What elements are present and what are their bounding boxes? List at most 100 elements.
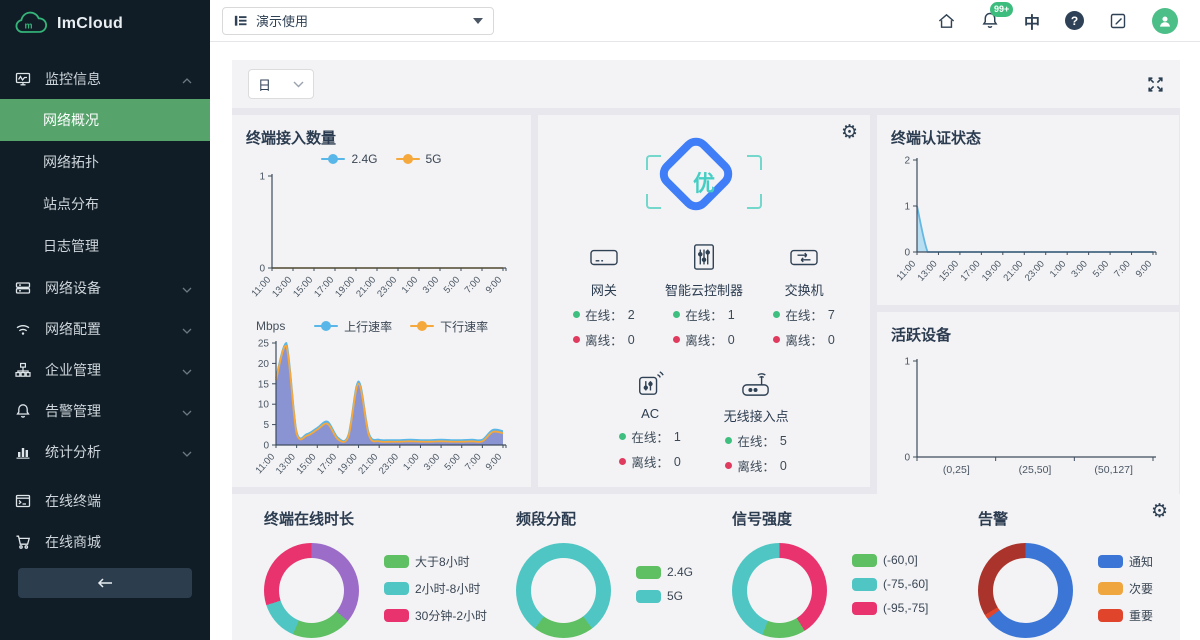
settings-gear-icon[interactable]: ⚙ [1151, 502, 1168, 521]
sidebar-item-online-store[interactable]: 在线商城 [0, 521, 210, 562]
rates-chart-legend: 上行速率 下行速率 [285, 318, 517, 335]
legend-item[interactable]: 下行速率 [410, 318, 488, 335]
sidebar-item-network-devices[interactable]: 网络设备 [0, 267, 210, 308]
legend-item[interactable]: 通知 [1098, 553, 1153, 570]
legend-item[interactable]: 次要 [1098, 580, 1153, 597]
sidebar-item-log-management[interactable]: 日志管理 [0, 225, 210, 267]
help-icon[interactable]: ? [1065, 11, 1084, 30]
sidebar-item-network-overview[interactable]: 网络概况 [0, 99, 210, 141]
sidebar-item-site-distribution[interactable]: 站点分布 [0, 183, 210, 225]
legend-item[interactable]: 5G [636, 589, 693, 603]
gateway-icon [588, 239, 620, 271]
svg-text:0: 0 [904, 453, 910, 464]
signal-strength-legend: (-60,0] (-75,-60] (-95,-75] [843, 553, 937, 638]
device-name: 无线接入点 [724, 406, 789, 425]
online-duration-donut[interactable] [264, 543, 359, 638]
offline-count: 0 [780, 459, 787, 473]
active-devices-chart: 01(0,25](25,50](50,127] [891, 353, 1165, 486]
sidebar-item-label: 在线终端 [45, 491, 192, 511]
svg-text:1:00: 1:00 [1048, 259, 1069, 280]
cards-row: 终端接入数量 2.4G 5G 0111:0013:0015:0017:0019:0… [232, 115, 1180, 487]
svg-text:17:00: 17:00 [312, 275, 336, 300]
device-wireless-ap: 无线接入点 在线：5 离线：0 [724, 365, 789, 475]
svg-text:9:00: 9:00 [484, 452, 505, 473]
settings-gear-icon[interactable]: ⚙ [841, 123, 858, 142]
access-chart-legend: 2.4G 5G [246, 150, 517, 168]
legend-item[interactable]: 大于8小时 [384, 553, 487, 570]
legend-item[interactable]: (-75,-60] [852, 577, 928, 591]
home-icon[interactable] [937, 12, 956, 30]
band-allocation-section: 频段分配 2.4G 5G [516, 508, 732, 638]
card-title: 活跃设备 [891, 324, 1165, 345]
period-selector-value: 日 [258, 75, 271, 94]
sidebar-collapse-button[interactable] [18, 568, 192, 598]
device-name: 智能云控制器 [665, 280, 743, 299]
monitor-chart-icon [15, 71, 32, 87]
auth-status-chart: 01211:0013:0015:0017:0019:0021:0023:001:… [891, 152, 1165, 299]
svg-text:7:00: 7:00 [463, 275, 484, 296]
brand-logo[interactable]: m ImCloud [0, 0, 210, 48]
feedback-edit-icon[interactable] [1109, 12, 1127, 30]
svg-text:11:00: 11:00 [250, 275, 274, 300]
legend-item[interactable]: 2.4G [636, 565, 693, 579]
access-count-chart: 0111:0013:0015:0017:0019:0021:0023:001:0… [246, 168, 517, 313]
svg-text:0: 0 [904, 248, 910, 259]
sidebar-nav: 监控信息 网络概况 网络拓扑 站点分布 日志管理 网络设备 [0, 48, 210, 640]
bar-chart-icon [15, 444, 32, 460]
svg-text:9:00: 9:00 [484, 275, 505, 296]
sidebar-item-statistics[interactable]: 统计分析 [0, 431, 210, 472]
notifications-bell-icon[interactable]: 99+ [981, 11, 999, 30]
access-point-icon [739, 365, 773, 397]
svg-text:11:00: 11:00 [895, 259, 919, 284]
org-selector[interactable]: 演示使用 [222, 7, 494, 35]
legend-item[interactable]: 30分钟-2小时 [384, 607, 487, 624]
server-icon [15, 280, 32, 296]
sitemap-icon [15, 362, 32, 378]
svg-text:1: 1 [904, 357, 910, 368]
legend-item[interactable]: 5G [396, 152, 442, 166]
svg-text:13:00: 13:00 [274, 452, 298, 477]
svg-text:3:00: 3:00 [422, 452, 443, 473]
fullscreen-icon[interactable] [1147, 76, 1164, 93]
language-toggle[interactable]: 中 [1024, 9, 1040, 33]
device-name: 交换机 [785, 280, 824, 299]
network-health-card: ⚙ 优 [538, 115, 870, 487]
card-title: 终端接入数量 [246, 127, 517, 148]
legend-item[interactable]: 上行速率 [314, 318, 392, 335]
sidebar-item-enterprise[interactable]: 企业管理 [0, 349, 210, 390]
sidebar: m ImCloud 监控信息 网络概况 网络拓扑 站点分布 日志管理 [0, 0, 210, 640]
online-duration-legend: 大于8小时 2小时-8小时 30分钟-2小时 [375, 553, 496, 638]
sidebar-item-online-terminals[interactable]: 在线终端 [0, 480, 210, 521]
svg-text:11:00: 11:00 [254, 452, 278, 477]
legend-item[interactable]: 重要 [1098, 607, 1153, 624]
user-avatar[interactable] [1152, 8, 1178, 34]
device-cloud-controller: 智能云控制器 在线：1 离线：0 [665, 239, 743, 349]
sidebar-item-label: 统计分析 [45, 442, 182, 462]
device-gateway: 网关 在线：2 离线：0 [573, 239, 634, 349]
signal-strength-donut[interactable] [732, 543, 827, 638]
card-title: 频段分配 [516, 508, 732, 529]
sidebar-item-label: 监控信息 [45, 69, 182, 89]
traffic-rates-chart: 051015202511:0013:0015:0017:0019:0021:00… [246, 335, 517, 490]
svg-text:21:00: 21:00 [356, 452, 380, 477]
legend-item[interactable]: (-60,0] [852, 553, 928, 567]
sidebar-item-network-config[interactable]: 网络配置 [0, 308, 210, 349]
sidebar-item-network-topology[interactable]: 网络拓扑 [0, 141, 210, 183]
svg-text:15:00: 15:00 [937, 259, 961, 284]
legend-item[interactable]: 2.4G [321, 152, 377, 166]
card-title: 终端在线时长 [264, 508, 516, 529]
sidebar-item-alarm-management[interactable]: 告警管理 [0, 390, 210, 431]
wifi-icon [15, 321, 32, 337]
legend-item[interactable]: (-95,-75] [852, 601, 928, 615]
svg-text:1:00: 1:00 [401, 452, 422, 473]
alarm-donut[interactable] [978, 543, 1073, 638]
svg-text:5: 5 [263, 420, 269, 431]
chevron-down-icon [182, 444, 192, 460]
sidebar-item-monitoring[interactable]: 监控信息 [0, 58, 210, 99]
band-allocation-donut[interactable] [516, 543, 611, 638]
mbps-unit-label: Mbps [256, 319, 285, 333]
period-selector[interactable]: 日 [248, 69, 314, 99]
terminal-auth-card: 终端认证状态 01211:0013:0015:0017:0019:0021:00… [877, 115, 1179, 305]
legend-item[interactable]: 2小时-8小时 [384, 580, 487, 597]
main-area: 演示使用 99+ 中 ? [210, 0, 1200, 640]
